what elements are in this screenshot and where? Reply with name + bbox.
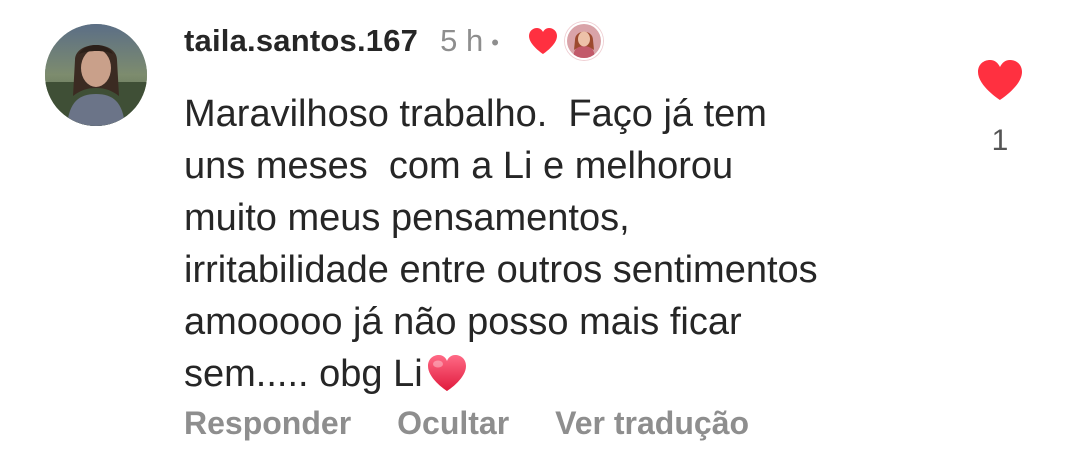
timestamp: 5 h [440, 23, 484, 58]
comment-item: taila.santos.167 5 h • Maravilhoso traba… [0, 0, 1065, 471]
comment-text-line-last: sem..... obg Li [184, 348, 944, 400]
like-heart-icon [978, 60, 1022, 100]
comment-text-line: uns meses com a Li e melhorou [184, 145, 734, 187]
comment-text-line: muito meus pensamentos, [184, 197, 630, 239]
comment-actions: Responder Ocultar Ver tradução [184, 405, 795, 442]
username[interactable]: taila.santos.167 [184, 23, 418, 59]
comment-text-line: amooooo já não posso mais ficar [184, 301, 742, 343]
comment-header: taila.santos.167 5 h • [184, 18, 603, 64]
avatar[interactable] [45, 24, 147, 126]
comment-text-last-segment: sem..... obg Li [184, 353, 423, 395]
separator-dot: • [491, 30, 499, 55]
comment-text-line: Maravilhoso trabalho. Faço já tem [184, 93, 767, 135]
comment-text: Maravilhoso trabalho. Faço já tem uns me… [184, 88, 944, 400]
hide-button[interactable]: Ocultar [397, 405, 509, 442]
like-count: 1 [991, 124, 1009, 157]
avatar-image [45, 24, 147, 126]
creator-avatar [564, 22, 603, 60]
red-heart-emoji-icon [425, 353, 469, 393]
like-button[interactable] [976, 58, 1024, 102]
translate-button[interactable]: Ver tradução [555, 405, 749, 442]
comment-text-line: irritabilidade entre outros sentimentos [184, 249, 818, 291]
heart-icon [527, 26, 559, 56]
reply-button[interactable]: Responder [184, 405, 351, 442]
